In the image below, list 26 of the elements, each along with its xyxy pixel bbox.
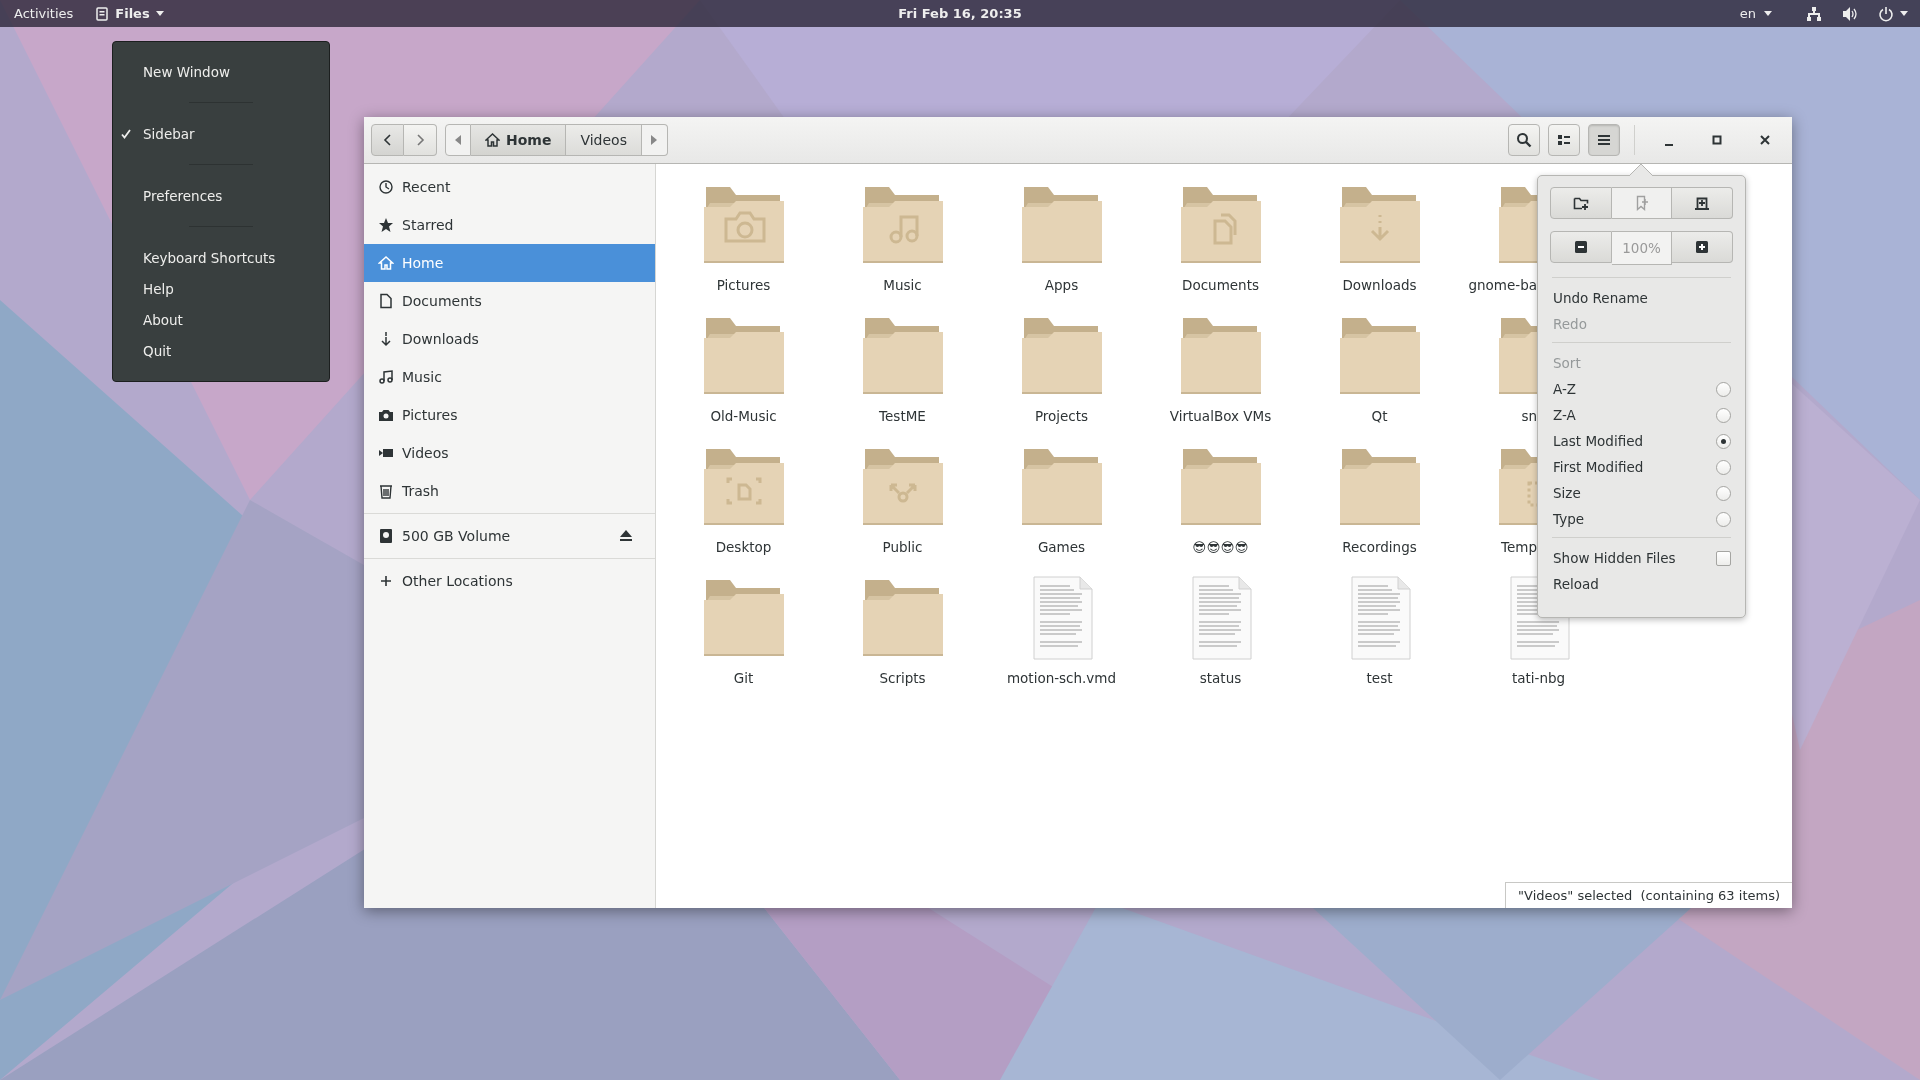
file-name: 😎😎😎😎 [1192,539,1249,555]
file-name: sn [1520,408,1537,424]
file-name: Temp [1500,539,1537,555]
file-name: Games [1037,539,1086,555]
file-name: Documents [1182,277,1259,293]
file-name: Pictures [716,277,771,293]
file-name: Apps [1044,277,1079,293]
file-name: VirtualBox VMs [1169,408,1272,424]
file-name: status [1199,670,1242,686]
file-name: Music [883,277,922,293]
file-name: Downloads [1342,277,1417,293]
file-name: motion-sch.vmd [1006,670,1117,686]
file-name: Public [882,539,923,555]
file-name: gnome-ba [1467,277,1537,293]
status-overlay: "Videos" selected (containing 63 items) [1505,882,1792,908]
file-name: Git [733,670,754,686]
file-name: Desktop [715,539,772,555]
file-name: Old-Music [710,408,777,424]
file-name: Recordings [1342,539,1417,555]
file-name: Projects [1034,408,1089,424]
file-name: Qt [1371,408,1388,424]
file-name: TestME [879,408,926,424]
sort-heading: Sort [1552,354,1582,373]
file-name: Scripts [879,670,926,686]
file-name: tati-nbg [1511,670,1566,686]
file-name: test [1366,670,1393,686]
